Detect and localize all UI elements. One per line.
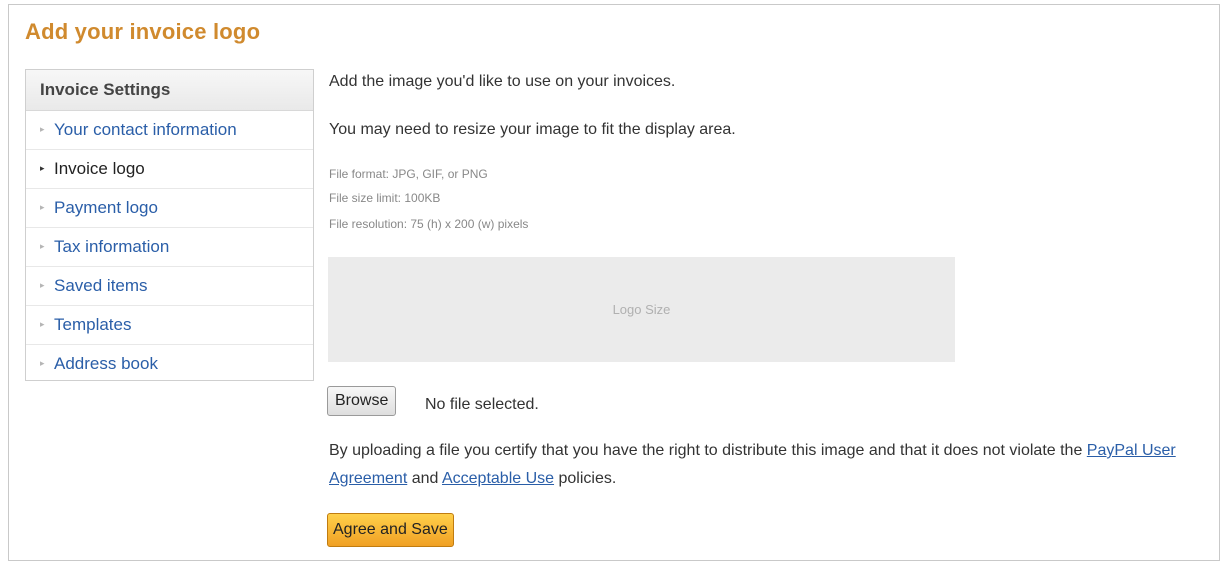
sidebar-item-label: Payment logo bbox=[54, 198, 158, 217]
chevron-right-icon: ▸ bbox=[40, 123, 45, 134]
sidebar-item-label: Your contact information bbox=[54, 120, 237, 139]
sidebar-item-payment-logo[interactable]: ▸ Payment logo bbox=[26, 189, 313, 228]
file-format-spec: File format: JPG, GIF, or PNG bbox=[329, 167, 488, 181]
chevron-right-icon: ▸ bbox=[40, 318, 45, 329]
agree-and-save-button[interactable]: Agree and Save bbox=[327, 513, 454, 547]
file-resolution-spec: File resolution: 75 (h) x 200 (w) pixels bbox=[329, 217, 529, 231]
sidebar-item-contact-information[interactable]: ▸ Your contact information bbox=[26, 111, 313, 150]
sidebar-item-invoice-logo[interactable]: ▸ Invoice logo bbox=[26, 150, 313, 189]
invoice-settings-sidebar: Invoice Settings ▸ Your contact informati… bbox=[25, 69, 314, 381]
legal-middle: and bbox=[411, 470, 439, 487]
chevron-right-icon: ▸ bbox=[40, 279, 45, 290]
sidebar-item-label: Saved items bbox=[54, 276, 148, 295]
sidebar-item-label: Templates bbox=[54, 315, 132, 334]
resize-hint-text: You may need to resize your image to fit… bbox=[329, 121, 736, 138]
page-title: Add your invoice logo bbox=[25, 19, 261, 44]
sidebar-item-tax-information[interactable]: ▸ Tax information bbox=[26, 228, 313, 267]
logo-placeholder-text: Logo Size bbox=[612, 302, 671, 317]
file-status-text: No file selected. bbox=[425, 396, 539, 413]
sidebar-item-label: Address book bbox=[54, 354, 158, 373]
legal-prefix: By uploading a file you certify that you… bbox=[329, 442, 1083, 459]
sidebar-item-label: Invoice logo bbox=[54, 159, 145, 178]
chevron-right-icon: ▸ bbox=[40, 357, 45, 368]
chevron-right-icon: ▸ bbox=[40, 240, 45, 251]
chevron-right-icon: ▸ bbox=[40, 162, 45, 173]
upload-legal-notice: By uploading a file you certify that you… bbox=[329, 437, 1214, 493]
intro-text: Add the image you'd like to use on your … bbox=[329, 73, 676, 90]
file-size-spec: File size limit: 100KB bbox=[329, 191, 441, 205]
sidebar-item-address-book[interactable]: ▸ Address book bbox=[26, 345, 313, 383]
browse-button[interactable]: Browse bbox=[327, 386, 397, 416]
chevron-right-icon: ▸ bbox=[40, 201, 45, 212]
sidebar-item-saved-items[interactable]: ▸ Saved items bbox=[26, 267, 313, 306]
acceptable-use-link[interactable]: Acceptable Use bbox=[442, 470, 554, 487]
logo-preview-area: Logo Size bbox=[328, 257, 955, 362]
legal-suffix: policies. bbox=[558, 470, 617, 487]
sidebar-item-templates[interactable]: ▸ Templates bbox=[26, 306, 313, 345]
sidebar-header: Invoice Settings bbox=[26, 70, 313, 111]
sidebar-item-label: Tax information bbox=[54, 237, 170, 256]
